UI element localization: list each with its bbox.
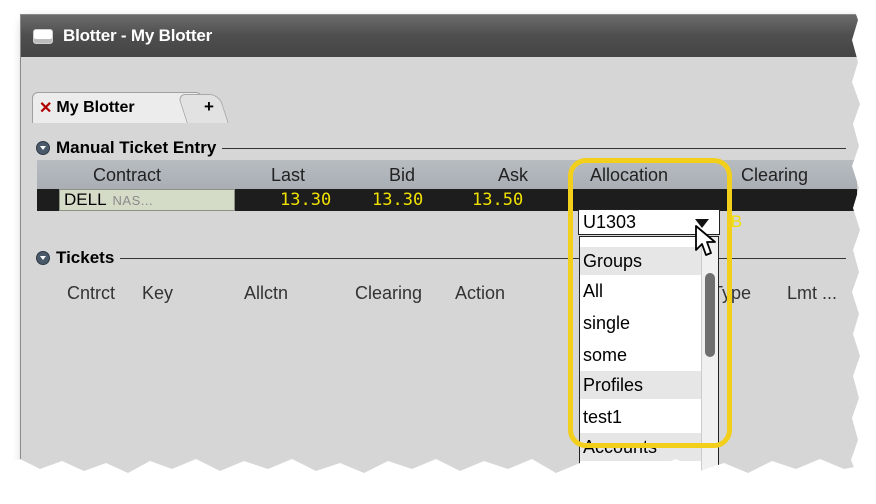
column-header-bid[interactable]: Bid <box>389 165 415 186</box>
window-icon <box>33 28 53 44</box>
contract-symbol: DELL <box>64 190 107 209</box>
column-header-allocation[interactable]: Allocation <box>590 165 668 186</box>
ask-price[interactable]: 13.50 <box>472 190 523 210</box>
manual-ticket-column-headers: Contract Last Bid Ask Allocation Clearin… <box>37 160 857 190</box>
column-header-cntrct[interactable]: Cntrct <box>67 283 115 304</box>
section-divider <box>120 257 846 259</box>
plus-icon[interactable]: + <box>204 97 214 117</box>
dropdown-option-single[interactable]: single <box>580 309 704 337</box>
dropdown-option-test1[interactable]: test1 <box>580 403 704 431</box>
close-icon[interactable]: ✕ <box>39 98 52 118</box>
column-header-key[interactable]: Key <box>142 283 173 304</box>
allocation-dropdown[interactable]: Groups All single some Profiles test1 Ac… <box>579 236 719 476</box>
column-header-clearing[interactable]: Clearing <box>741 165 808 186</box>
clearing-value[interactable]: IB <box>726 212 742 232</box>
section-divider <box>222 147 846 149</box>
contract-cell[interactable]: DELL NAS... <box>59 189 235 211</box>
contract-exchange: NAS... <box>112 192 154 208</box>
title-bar[interactable]: Blotter - My Blotter <box>21 15 875 57</box>
last-price: 13.30 <box>280 190 332 210</box>
manual-ticket-entry-header[interactable]: Manual Ticket Entry <box>36 137 846 159</box>
dropdown-group-groups: Groups <box>580 247 704 275</box>
collapse-icon[interactable] <box>36 141 50 155</box>
column-header-action[interactable]: Action <box>455 283 505 304</box>
collapse-icon[interactable] <box>36 251 50 265</box>
column-header-clearing[interactable]: Clearing <box>355 283 422 304</box>
tab-my-blotter[interactable]: ✕ My Blotter <box>32 92 202 123</box>
scrollbar-thumb[interactable] <box>705 273 715 357</box>
section-title: Tickets <box>56 248 115 267</box>
torn-right-edge <box>845 0 876 504</box>
dropdown-scrollbar[interactable] <box>701 237 718 475</box>
column-header-ask[interactable]: Ask <box>498 165 528 186</box>
column-header-allctn[interactable]: Allctn <box>244 283 288 304</box>
tickets-header[interactable]: Tickets <box>36 247 846 269</box>
allocation-value: U1303 <box>583 212 637 232</box>
column-header-lmt[interactable]: Lmt ... <box>787 283 837 304</box>
manual-ticket-row[interactable]: DELL NAS... 13.30 13.30 13.50 <box>37 189 857 211</box>
bid-price[interactable]: 13.30 <box>372 190 423 210</box>
mouse-pointer-icon <box>695 225 716 256</box>
column-header-contract[interactable]: Contract <box>93 165 161 186</box>
dropdown-option-some[interactable]: some <box>580 341 704 369</box>
dropdown-group-profiles: Profiles <box>580 371 704 399</box>
section-title: Manual Ticket Entry <box>56 138 217 157</box>
window-title: Blotter - My Blotter <box>63 26 213 45</box>
dropdown-option-all[interactable]: All <box>580 277 704 305</box>
column-header-last[interactable]: Last <box>271 165 305 186</box>
tickets-column-headers: Cntrct Key Allctn Clearing Action Type L… <box>37 278 857 308</box>
torn-bottom-edge <box>0 459 876 504</box>
tab-label: My Blotter <box>56 99 135 116</box>
